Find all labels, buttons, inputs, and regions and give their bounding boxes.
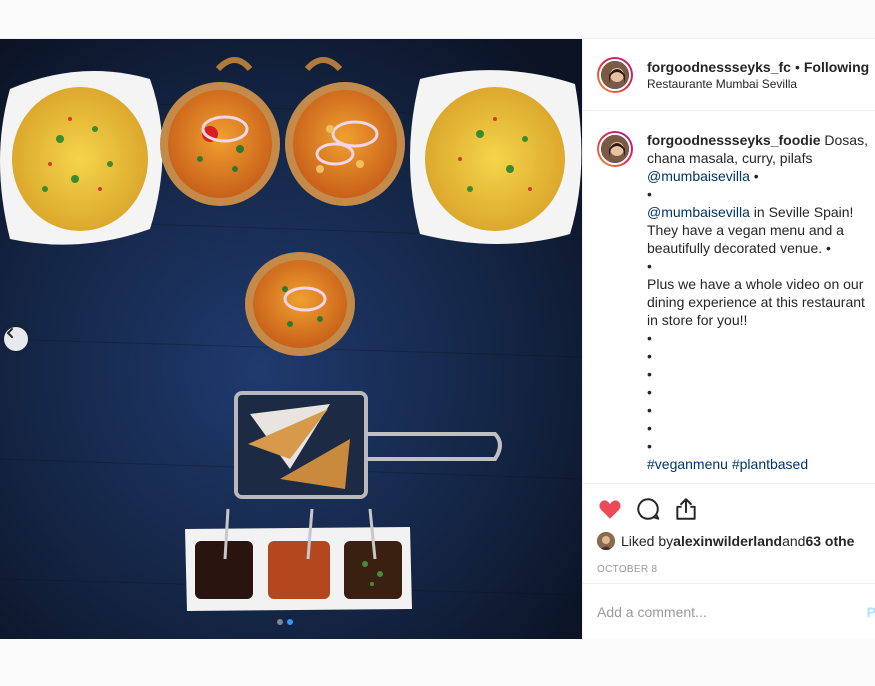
caption-bullet: • [647, 438, 652, 454]
previous-image-button[interactable] [4, 327, 28, 351]
caption-text-line: Plus we have a whole video on our [647, 276, 864, 292]
instagram-post: forgoodnessseyks_fc • Following Restaura… [0, 38, 875, 639]
following-button[interactable]: Following [804, 59, 869, 75]
avatar[interactable] [597, 56, 633, 93]
heart-icon[interactable] [597, 496, 623, 522]
profile-photo [601, 135, 629, 163]
profile-photo [601, 60, 629, 89]
caption-bullet: • [647, 420, 652, 436]
carousel-dot [277, 619, 283, 625]
location-link[interactable]: Restaurante Mumbai Sevilla [647, 77, 869, 91]
liked-by-user-link[interactable]: alexinwilderland [673, 533, 782, 549]
caption-text-line: chana masala, curry, pilafs [647, 150, 813, 166]
caption-text-line: • [749, 168, 759, 184]
caption-text-line: in Seville Spain! [749, 204, 854, 220]
post-photo[interactable] [0, 39, 582, 639]
liked-by-others-link[interactable]: 63 othe [805, 533, 854, 549]
carousel-indicator [277, 619, 293, 625]
post-sidebar: forgoodnessseyks_fc • Following Restaura… [582, 39, 875, 639]
caption-bullet: • [647, 348, 652, 364]
caption-bullet: • [647, 384, 652, 400]
comment-box: P [583, 583, 875, 639]
header-separator: • [794, 58, 800, 75]
caption-bullet: • [647, 366, 652, 382]
share-icon[interactable] [673, 496, 699, 522]
mention-link[interactable]: @mumbaisevilla [647, 168, 750, 184]
chevron-left-icon [6, 328, 13, 338]
hashtag-link[interactable]: #plantbased [732, 456, 808, 472]
caption-bullet: • [647, 330, 652, 346]
caption-text-line: beautifully decorated venue. • [647, 240, 831, 256]
post-actions: Liked by alexinwilderland and 63 othe OC… [583, 483, 875, 575]
post-comment-button[interactable]: P [867, 604, 875, 620]
hashtag-link[interactable]: #veganmenu [647, 456, 728, 472]
post-author-username[interactable]: forgoodnessseyks_fc [647, 59, 791, 75]
caption-area: forgoodnessseyks_foodie Dosas, chana mas… [583, 111, 875, 483]
caption-text-line: dining experience at this restaurant [647, 294, 865, 310]
caption-bullet: • [647, 402, 652, 418]
post-date[interactable]: OCTOBER 8 [597, 564, 862, 575]
comment-input[interactable] [597, 603, 837, 620]
caption-username[interactable]: forgoodnessseyks_foodie [647, 132, 821, 148]
caption-bullet: • [647, 258, 652, 274]
liker-avatar[interactable] [597, 532, 615, 550]
comment-icon[interactable] [635, 496, 661, 522]
liked-by-and: and [782, 533, 806, 549]
carousel-dot-active [287, 619, 293, 625]
liker-photo [597, 532, 615, 550]
caption-bullet: • [647, 186, 652, 202]
food-photo-illustration [0, 39, 582, 639]
avatar[interactable] [597, 131, 633, 167]
liked-by-line: Liked by alexinwilderland and 63 othe [597, 532, 862, 550]
caption-text-line: They have a vegan menu and a [647, 222, 844, 238]
mention-link[interactable]: @mumbaisevilla [647, 204, 750, 220]
caption-text-line: in store for you!! [647, 312, 748, 328]
caption-text: forgoodnessseyks_foodie Dosas, chana mas… [647, 131, 875, 483]
caption-text-line: Dosas, [820, 132, 868, 148]
liked-by-prefix: Liked by [621, 533, 674, 549]
post-header: forgoodnessseyks_fc • Following Restaura… [583, 39, 875, 111]
